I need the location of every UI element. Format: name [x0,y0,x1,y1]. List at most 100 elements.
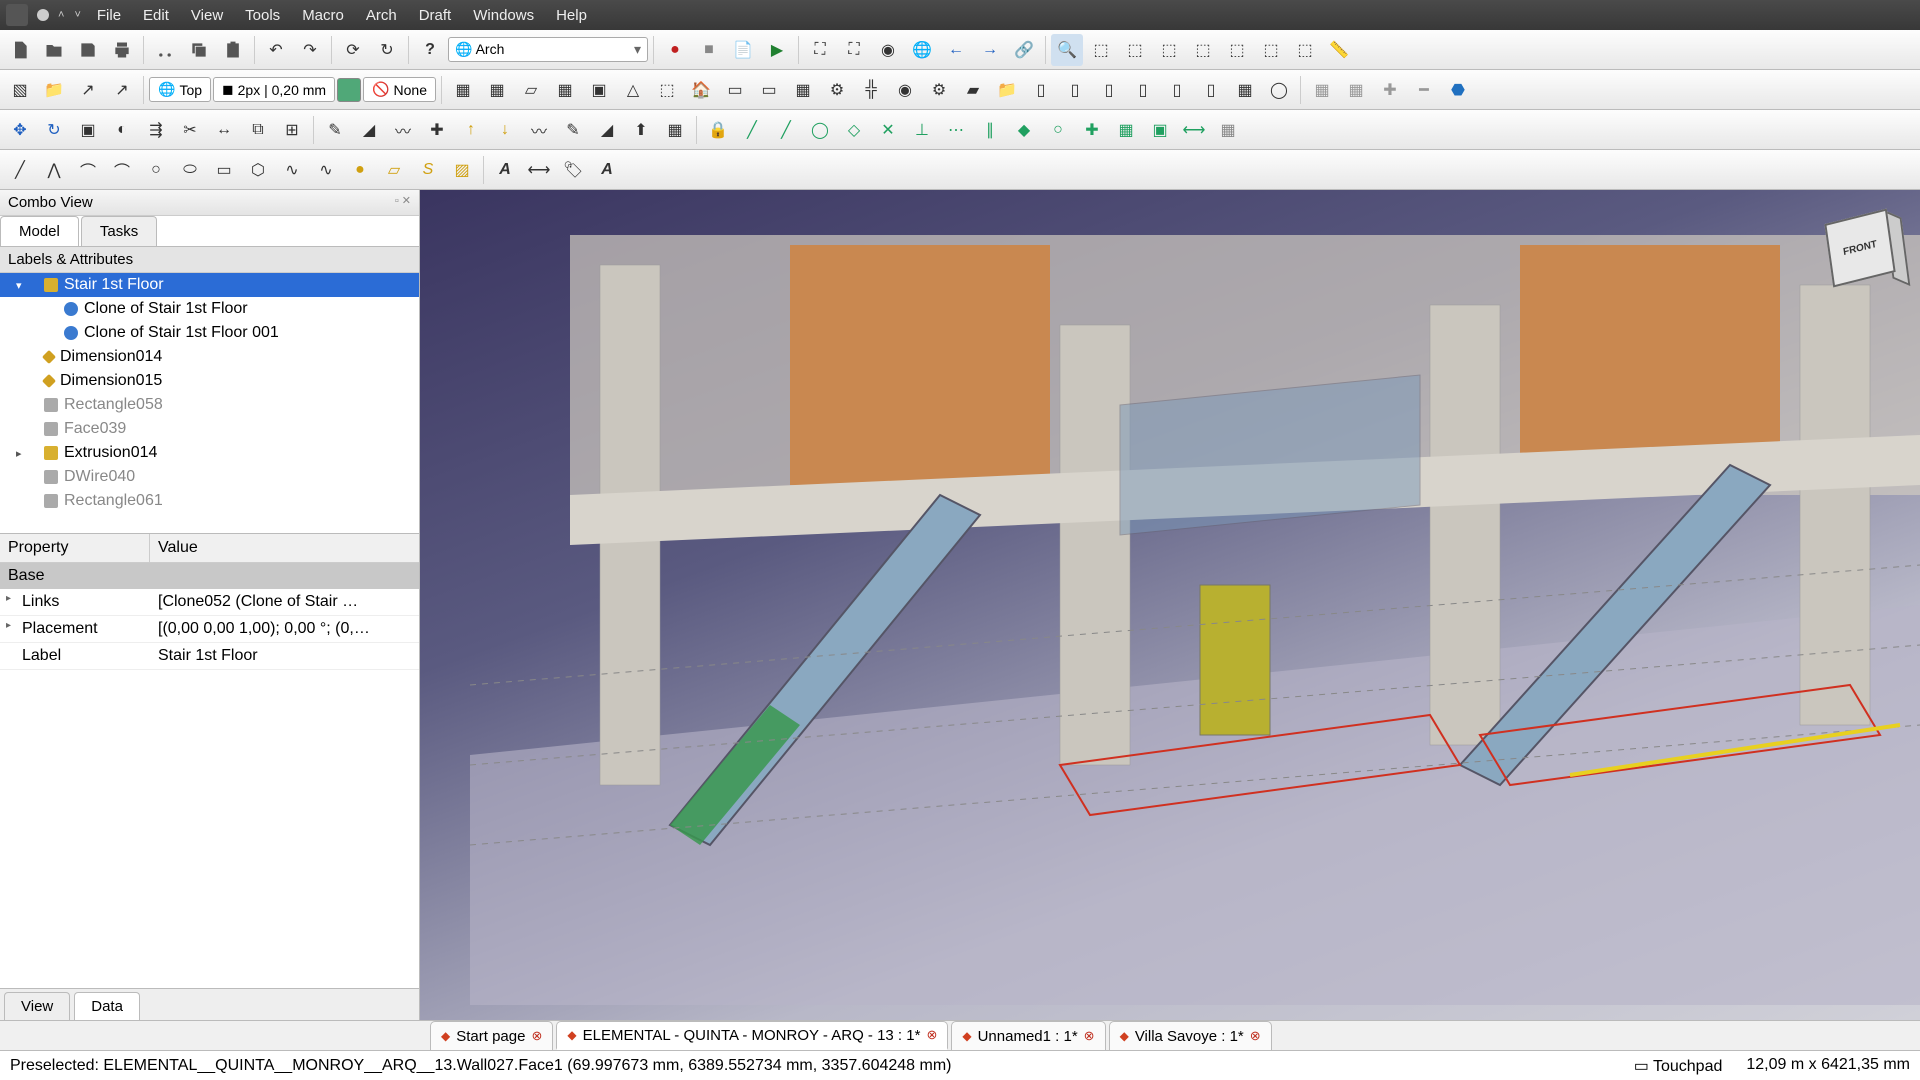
polygon-button[interactable]: ⬡ [242,154,274,186]
facebinder-button[interactable]: ▱ [378,154,410,186]
tree-item[interactable]: Rectangle058 [0,393,419,417]
right-view-button[interactable]: ⬚ [1187,34,1219,66]
snap-center-button[interactable]: ◯ [804,114,836,146]
tree-item[interactable]: Rectangle061 [0,489,419,513]
move-button[interactable]: ✥ [4,114,36,146]
macro-list-button[interactable]: 📄 [727,34,759,66]
menu-windows[interactable]: Windows [463,3,544,28]
arch-axis-button[interactable]: ⬚ [651,74,683,106]
arch-schedule-button[interactable]: ▰ [957,74,989,106]
cut-button[interactable] [149,34,181,66]
nav-forward-button[interactable]: → [974,34,1006,66]
bspline-button[interactable]: ∿ [276,154,308,186]
up-button[interactable]: ↑ [455,114,487,146]
arch-equipment-button[interactable]: ⚙ [821,74,853,106]
close-icon[interactable]: ⊗ [1250,1028,1261,1044]
menu-edit[interactable]: Edit [133,3,179,28]
doc-tab-villa[interactable]: ◆Villa Savoye : 1*⊗ [1109,1021,1272,1050]
arch-group-button[interactable]: ◯ [1263,74,1295,106]
new-file-button[interactable] [4,34,36,66]
arch-export-button[interactable]: ↗ [72,74,104,106]
arch-window-button[interactable]: ▣ [583,74,615,106]
arch-mesh-button[interactable]: ▦ [1306,74,1338,106]
rotate-button[interactable]: ↻ [38,114,70,146]
top-view-button[interactable]: ⬚ [1153,34,1185,66]
upgrade-button[interactable]: ⬆ [625,114,657,146]
arch-building-button[interactable]: ▦ [549,74,581,106]
color-swatch-button[interactable] [337,78,361,102]
menu-draft[interactable]: Draft [409,3,462,28]
arch-shape-button[interactable]: ▦ [1340,74,1372,106]
offset-button[interactable]: ⇶ [140,114,172,146]
fit-selection-button[interactable]: ⛶ [838,34,870,66]
value-header[interactable]: Value [150,534,206,562]
open-file-button[interactable] [38,34,70,66]
shape2d-button[interactable]: 〰 [523,114,555,146]
snap-ortho-button[interactable]: ✚ [1076,114,1108,146]
subelement-button[interactable]: ◢ [353,114,385,146]
arch-floor-button[interactable]: ▱ [515,74,547,106]
property-row[interactable]: LabelStair 1st Floor [0,643,419,670]
snap-perpendicular-button[interactable]: ⊥ [906,114,938,146]
hatch-button[interactable]: ▨ [446,154,478,186]
nav-back-button[interactable]: ← [940,34,972,66]
arch-survey-button[interactable]: ▯ [1161,74,1193,106]
property-row[interactable]: ▸Links[Clone052 (Clone of Stair … [0,589,419,616]
panel-minimize-icon[interactable]: ▫ [395,195,399,207]
bezier-button[interactable]: ∿ [310,154,342,186]
mirror-button[interactable]: ◐ [106,114,138,146]
whats-this-button[interactable]: ? [414,34,446,66]
workbench-selector[interactable]: 🌐 Arch [448,37,648,62]
stop-macro-button[interactable]: ■ [693,34,725,66]
arch-material-button[interactable]: ⚙ [923,74,955,106]
model-tree[interactable]: ▾Stair 1st Floor Clone of Stair 1st Floo… [0,273,419,533]
line-width-selector[interactable]: ◼2px | 0,20 mm [213,77,335,102]
property-row[interactable]: ▸Placement[(0,00 0,00 1,00); 0,00 °; (0,… [0,616,419,643]
circle-button[interactable]: ○ [140,154,172,186]
doc-tab-unnamed[interactable]: ◆Unnamed1 : 1*⊗ [951,1021,1105,1050]
snap-special-button[interactable]: ◆ [1008,114,1040,146]
add-point-button[interactable]: ✚ [421,114,453,146]
tab-data[interactable]: Data [74,992,140,1020]
tree-item[interactable]: DWire040 [0,465,419,489]
arch-site-button[interactable]: 📁 [38,74,70,106]
arch-plus-button[interactable]: ✚ [1374,74,1406,106]
bottom-view-button[interactable]: ⬚ [1255,34,1287,66]
arch-cut-button[interactable]: ▯ [1025,74,1057,106]
clone-button[interactable]: ⧉ [242,114,274,146]
arch-panel-button[interactable]: ▦ [787,74,819,106]
arch-wall-button[interactable]: ▧ [4,74,36,106]
edit-button[interactable]: ✎ [319,114,351,146]
navigation-cube[interactable]: FRONT [1818,202,1908,292]
close-icon[interactable]: ⊗ [926,1027,937,1043]
window-dot[interactable] [37,9,49,21]
arch-fence-button[interactable]: ◉ [889,74,921,106]
draft2sketch-button[interactable]: ✎ [557,114,589,146]
tree-item[interactable]: ▸Extrusion014 [0,441,419,465]
status-nav-style[interactable]: ▭ Touchpad [1634,1056,1723,1076]
fit-all-button[interactable]: ⛶ [804,34,836,66]
arch-section-button[interactable]: 🏠 [685,74,717,106]
annotation-style-button[interactable]: A [591,154,623,186]
left-view-button[interactable]: ⬚ [1289,34,1321,66]
arch-import-button[interactable]: ↗ [106,74,138,106]
doc-tab-start[interactable]: ◆Start page⊗ [430,1021,553,1050]
menu-arch[interactable]: Arch [356,3,407,28]
paste-button[interactable] [217,34,249,66]
doc-tab-elemental[interactable]: ◆ELEMENTAL - QUINTA - MONROY - ARQ - 13 … [556,1021,948,1050]
arch-remove-button[interactable]: ▯ [1127,74,1159,106]
zoom-button[interactable]: 🔍 [1051,34,1083,66]
down-button[interactable]: ↓ [489,114,521,146]
play-macro-button[interactable]: ▶ [761,34,793,66]
shapestring-button[interactable]: S [412,154,444,186]
toggle-grid-button[interactable]: ▦ [1212,114,1244,146]
redo-button[interactable]: ↷ [294,34,326,66]
arch-structure-button[interactable]: ▦ [447,74,479,106]
snap-dim-button[interactable]: ⟷ [1178,114,1210,146]
wire-to-bspline-button[interactable]: 〰 [387,114,419,146]
chevron-down-icon[interactable]: ˅ [74,9,80,21]
draw-style-button[interactable]: ◉ [872,34,904,66]
trimex-button[interactable]: ✂ [174,114,206,146]
save-button[interactable] [72,34,104,66]
wire-button[interactable]: ⋀ [38,154,70,186]
